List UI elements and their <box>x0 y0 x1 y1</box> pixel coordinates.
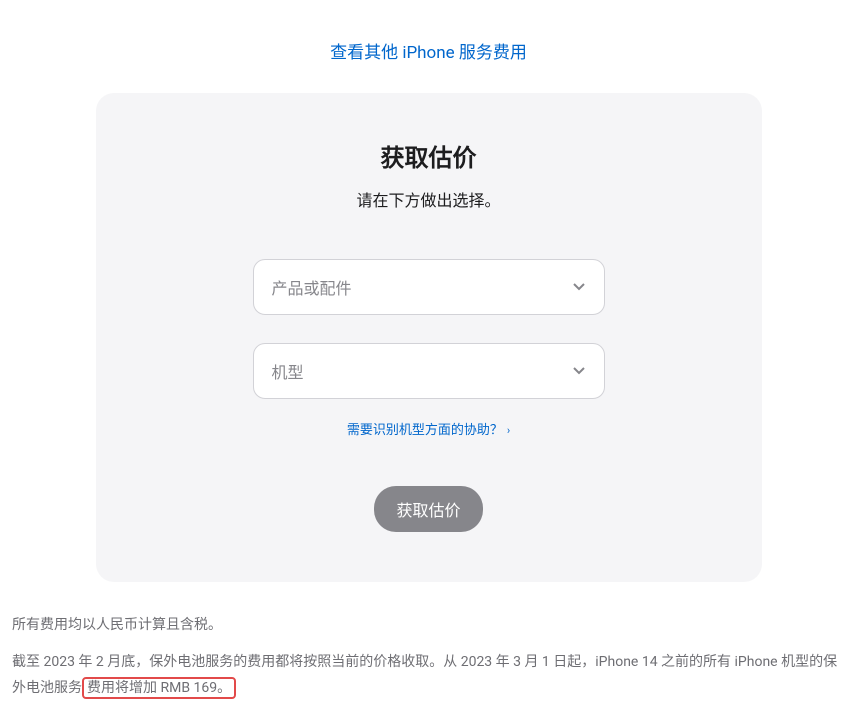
price-increase-highlight: 费用将增加 RMB 169。 <box>82 677 236 699</box>
view-other-services-link[interactable]: 查看其他 iPhone 服务费用 <box>330 43 527 63</box>
product-select-wrapper: 产品或配件 <box>253 259 605 315</box>
identify-model-help-link[interactable]: 需要识别机型方面的协助？ › <box>347 423 510 438</box>
card-title: 获取估价 <box>136 138 722 173</box>
card-subtitle: 请在下方做出选择。 <box>136 187 722 211</box>
chevron-down-icon <box>572 364 586 378</box>
footer-line-1: 所有费用均以人民币计算且含税。 <box>12 612 845 639</box>
help-link-section: 需要识别机型方面的协助？ › <box>136 419 722 438</box>
product-select-placeholder: 产品或配件 <box>272 275 352 299</box>
model-select-wrapper: 机型 <box>253 343 605 399</box>
footer-text: 所有费用均以人民币计算且含税。 截至 2023 年 2 月底，保外电池服务的费用… <box>10 612 847 702</box>
product-select[interactable]: 产品或配件 <box>253 259 605 315</box>
footer-line-2: 截至 2023 年 2 月底，保外电池服务的费用都将按照当前的价格收取。从 20… <box>12 649 845 702</box>
model-select-placeholder: 机型 <box>272 359 304 383</box>
chevron-right-icon: › <box>507 424 510 437</box>
model-select[interactable]: 机型 <box>253 343 605 399</box>
get-estimate-button[interactable]: 获取估价 <box>374 486 482 532</box>
help-link-label: 需要识别机型方面的协助？ <box>347 423 503 438</box>
chevron-down-icon <box>572 280 586 294</box>
estimate-card: 获取估价 请在下方做出选择。 产品或配件 机型 需要识别机型方面的协助？ › <box>96 93 762 582</box>
top-link-section: 查看其他 iPhone 服务费用 <box>10 0 847 93</box>
